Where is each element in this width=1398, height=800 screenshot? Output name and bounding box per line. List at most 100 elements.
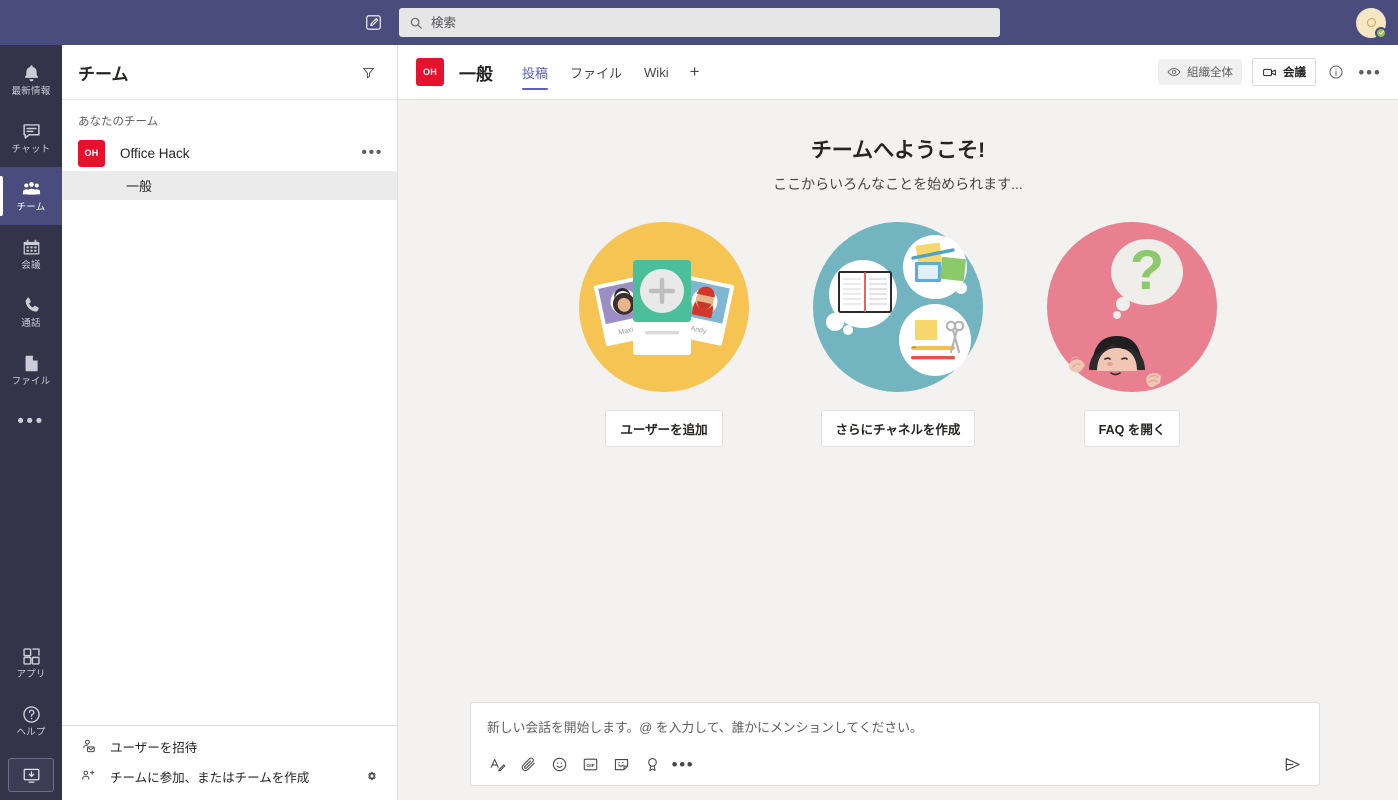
rail-item-calendar[interactable]: 会議 <box>0 225 62 283</box>
rail-bottom-group: アプリ ヘルプ <box>0 634 62 800</box>
rail-item-label: 会議 <box>21 260 41 272</box>
open-faq-button[interactable]: FAQ を開く <box>1083 410 1181 447</box>
compose-box: 新しい会話を開始します。@ を入力して、誰かにメンションしてください。 GIF … <box>470 702 1320 786</box>
channel-posts-area: チームへようこそ! ここからいろんなことを始められます... Maxine An… <box>398 100 1398 702</box>
apps-grid-icon <box>22 648 40 665</box>
channel-title: 一般 <box>459 64 493 84</box>
eye-icon <box>1167 67 1181 77</box>
avatar[interactable] <box>1356 7 1387 39</box>
sticker-button[interactable] <box>607 750 635 778</box>
app-rail: 最新情報 チャット チーム 会議 通話 ファイル ••• アプリ ヘルプ <box>0 45 62 800</box>
tab-wiki[interactable]: Wiki <box>633 45 680 99</box>
info-circle-icon <box>1329 65 1343 79</box>
attach-file-icon <box>521 757 535 771</box>
help-question-icon <box>22 706 40 723</box>
filter-button[interactable] <box>355 59 381 85</box>
channel-team-avatar: OH <box>416 58 444 86</box>
svg-text:?: ? <box>1130 238 1164 301</box>
meet-now-button[interactable]: 会議 <box>1252 58 1316 86</box>
channel-header: OH 一般 投稿 ファイル Wiki + 組織全体 会議 ••• <box>398 45 1398 100</box>
app-body: 最新情報 チャット チーム 会議 通話 ファイル ••• アプリ ヘルプ チーム… <box>0 45 1398 800</box>
compose-input[interactable]: 新しい会話を開始します。@ を入力して、誰かにメンションしてください。 <box>471 703 1319 750</box>
meet-now-label: 会議 <box>1283 67 1306 79</box>
attach-file-button[interactable] <box>514 750 542 778</box>
compose-more-options-button[interactable]: ••• <box>669 750 697 778</box>
invite-people-button[interactable]: ユーザーを招待 <box>62 731 397 761</box>
teams-people-icon <box>22 182 40 195</box>
channel-tabs: 投稿 ファイル Wiki + <box>511 45 710 99</box>
filter-funnel-icon <box>362 67 374 78</box>
download-desktop-app-button[interactable] <box>8 758 54 792</box>
avatar-face-icon <box>1366 18 1376 27</box>
svg-text:GIF: GIF <box>586 762 594 768</box>
team-name: Office Hack <box>120 145 190 161</box>
new-chat-button[interactable] <box>360 10 386 36</box>
team-more-options-button[interactable]: ••• <box>361 145 383 161</box>
welcome-cards: Maxine Andy ユーザーを追加 さらにチャネルを作成 ? FAQ を開く <box>398 222 1398 447</box>
phone-icon <box>25 297 39 312</box>
add-tab-button[interactable]: + <box>680 45 710 99</box>
emoji-button[interactable] <box>545 750 573 778</box>
tab-label: ファイル <box>570 65 623 81</box>
rail-item-label: アプリ <box>16 669 46 681</box>
calendar-icon <box>23 239 39 255</box>
rail-item-files[interactable]: ファイル <box>0 341 62 399</box>
channel-name: 一般 <box>126 179 153 194</box>
sticker-icon <box>614 758 628 770</box>
format-text-button[interactable] <box>483 750 511 778</box>
rail-item-label: チャット <box>11 144 51 156</box>
open-faq-illustration: ? <box>1047 222 1217 392</box>
compose-toolbar: GIF ••• <box>471 750 1319 785</box>
rail-item-label: チーム <box>16 202 46 214</box>
manage-teams-settings-button[interactable] <box>361 765 383 787</box>
status-badge <box>1375 26 1387 39</box>
check-icon <box>1378 30 1384 35</box>
rail-item-help[interactable]: ヘルプ <box>0 692 62 750</box>
giphy-icon: GIF <box>583 758 597 770</box>
channel-item-general[interactable]: 一般 <box>62 171 397 200</box>
team-item-office-hack[interactable]: OH Office Hack ••• <box>62 135 397 171</box>
org-wide-badge[interactable]: 組織全体 <box>1158 59 1242 85</box>
compose-placeholder: 新しい会話を開始します。@ を入力して、誰かにメンションしてください。 <box>487 720 923 735</box>
bell-icon <box>24 65 38 82</box>
channel-info-button[interactable] <box>1322 58 1350 86</box>
gear-icon <box>368 771 376 781</box>
rail-item-activity[interactable]: 最新情報 <box>0 51 62 109</box>
invite-person-icon <box>80 738 98 754</box>
rail-item-label: 最新情報 <box>11 86 51 98</box>
rail-more-button[interactable]: ••• <box>0 399 62 443</box>
join-or-create-team-button[interactable]: チームに参加、またはチームを作成 <box>62 761 397 791</box>
teams-panel-header: チーム <box>62 45 397 100</box>
video-camera-icon <box>1263 68 1276 76</box>
emoji-icon <box>552 757 566 771</box>
tab-files[interactable]: ファイル <box>559 45 633 99</box>
giphy-button[interactable]: GIF <box>576 750 604 778</box>
tab-label: 投稿 <box>522 65 549 81</box>
welcome-subtitle: ここからいろんなことを始められます... <box>773 176 1023 192</box>
add-users-illustration: Maxine Andy <box>579 222 749 392</box>
chat-icon <box>22 124 40 139</box>
search-box[interactable] <box>399 8 1000 37</box>
rail-item-calls[interactable]: 通話 <box>0 283 62 341</box>
teams-group-label: あなたのチーム <box>78 116 159 128</box>
rail-item-chat[interactable]: チャット <box>0 109 62 167</box>
rail-item-teams[interactable]: チーム <box>0 167 62 225</box>
search-input[interactable] <box>431 15 990 30</box>
welcome-card-open-faq: ? FAQ を開く <box>1047 222 1217 447</box>
channel-more-options-button[interactable]: ••• <box>1356 58 1384 86</box>
tab-label: Wiki <box>644 64 669 80</box>
format-text-icon <box>490 758 505 771</box>
tab-posts[interactable]: 投稿 <box>511 45 559 99</box>
welcome-card-create-channels: さらにチャネルを作成 <box>813 222 983 447</box>
praise-button[interactable] <box>638 750 666 778</box>
team-avatar: OH <box>78 139 105 167</box>
join-or-create-team-label: チームに参加、またはチームを作成 <box>110 770 310 785</box>
send-button[interactable] <box>1277 750 1307 778</box>
add-users-button[interactable]: ユーザーを追加 <box>605 410 723 447</box>
teams-panel-footer: ユーザーを招待 チームに参加、またはチームを作成 <box>62 725 397 800</box>
welcome-card-add-users: Maxine Andy ユーザーを追加 <box>579 222 749 447</box>
send-icon <box>1285 757 1300 771</box>
rail-item-apps[interactable]: アプリ <box>0 634 62 692</box>
create-channels-illustration <box>813 222 983 392</box>
create-more-channels-button[interactable]: さらにチャネルを作成 <box>820 410 976 447</box>
